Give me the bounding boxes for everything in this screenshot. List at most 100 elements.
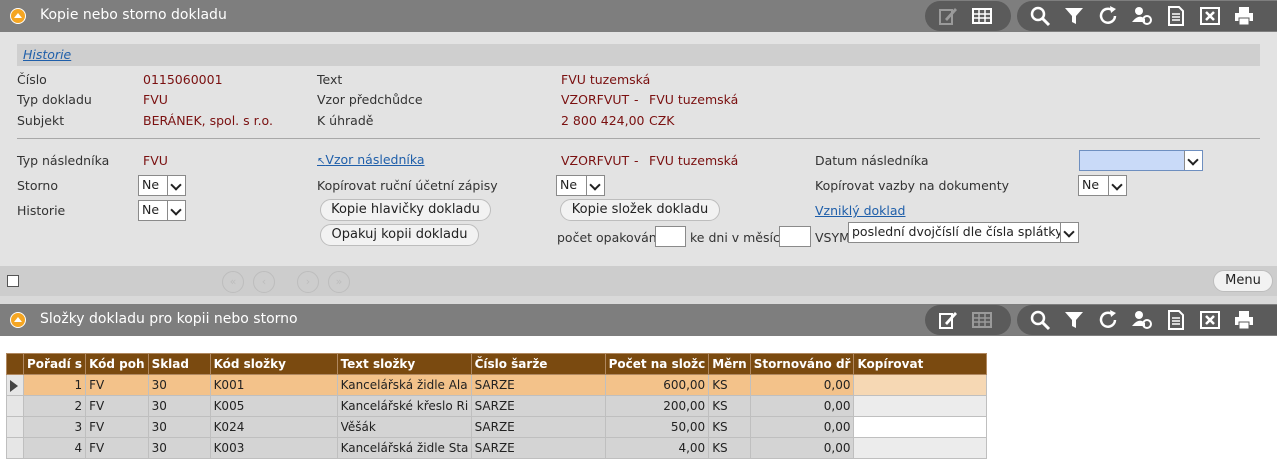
cell-kod-pohybu[interactable]: FV: [85, 395, 149, 417]
cell-pocet[interactable]: 200,00: [604, 395, 710, 417]
cell-cislo-sarze[interactable]: SARZE: [470, 395, 606, 417]
excel-export-icon[interactable]: [1193, 3, 1227, 29]
user-settings-icon[interactable]: [1125, 3, 1159, 29]
vznikly-doklad-link[interactable]: Vzniklý doklad: [815, 203, 905, 218]
next-record-icon[interactable]: ›: [297, 271, 319, 293]
chevron-down-icon[interactable]: [1108, 176, 1126, 195]
chevron-down-icon[interactable]: [167, 201, 185, 220]
row-indicator[interactable]: [6, 416, 24, 438]
chevron-down-icon[interactable]: [586, 176, 604, 195]
cell-merna-jednotka[interactable]: KS: [708, 437, 751, 459]
cell-stornovano[interactable]: 0,00: [749, 374, 855, 396]
cell-kod-slozky[interactable]: K005: [209, 395, 338, 417]
document-icon[interactable]: [1159, 307, 1193, 333]
cell-kopirovat[interactable]: [853, 437, 988, 459]
cell-kod-slozky[interactable]: K003: [209, 437, 338, 459]
cell-cislo-sarze[interactable]: SARZE: [470, 437, 606, 459]
cell-sklad[interactable]: 30: [147, 395, 211, 417]
last-record-icon[interactable]: »: [328, 271, 350, 293]
history-link[interactable]: Historie: [23, 47, 71, 62]
pocet-opakovani-input[interactable]: [655, 226, 686, 247]
cell-sklad[interactable]: 30: [147, 374, 211, 396]
cell-kod-slozky[interactable]: K024: [209, 416, 338, 438]
cell-poradi[interactable]: 1: [22, 374, 87, 396]
cell-poradi[interactable]: 3: [22, 416, 87, 438]
column-header[interactable]: Kód poh: [85, 353, 149, 375]
storno-select[interactable]: Ne: [138, 175, 186, 196]
print-icon[interactable]: [1227, 3, 1261, 29]
cell-merna-jednotka[interactable]: KS: [708, 374, 751, 396]
search-icon[interactable]: [1023, 3, 1057, 29]
table-row[interactable]: 1 FV 30 K001 Kancelářská židle Alab SARZ…: [6, 374, 988, 396]
collapse-icon[interactable]: [10, 312, 26, 328]
cell-kod-pohybu[interactable]: FV: [85, 437, 149, 459]
chevron-down-icon[interactable]: [1060, 223, 1078, 242]
cell-sklad[interactable]: 30: [147, 416, 211, 438]
table-row[interactable]: 3 FV 30 K024 Věšák SARZE 50,00 KS 0,00: [6, 416, 988, 438]
cell-text-slozky[interactable]: Kancelářská židle Alab: [336, 374, 472, 396]
document-icon[interactable]: [1159, 3, 1193, 29]
opakuj-kopii-button[interactable]: Opakuj kopii dokladu: [320, 224, 479, 246]
column-header[interactable]: Text složky: [336, 353, 472, 375]
ke-dni-input[interactable]: [779, 226, 811, 247]
cell-text-slozky[interactable]: Kancelářská židle Stand: [336, 437, 472, 459]
edit-icon[interactable]: [931, 3, 965, 29]
menu-button[interactable]: Menu: [1213, 270, 1273, 292]
kopie-slozek-button[interactable]: Kopie složek dokladu: [560, 199, 720, 221]
vsym-select[interactable]: poslední dvojčíslí dle čísla splátky: [848, 222, 1079, 243]
cell-cislo-sarze[interactable]: SARZE: [470, 374, 606, 396]
kopirovat-vazby-select[interactable]: Ne: [1078, 175, 1127, 196]
cell-kod-slozky[interactable]: K001: [209, 374, 338, 396]
column-header[interactable]: Kód složky: [209, 353, 338, 375]
cell-merna-jednotka[interactable]: KS: [708, 395, 751, 417]
vzor-naslednika-link[interactable]: ↖Vzor následníka: [317, 152, 425, 167]
grid-view-icon[interactable]: [965, 307, 999, 333]
column-header[interactable]: Pořadí s: [22, 353, 87, 375]
filter-icon[interactable]: [1057, 307, 1091, 333]
cell-pocet[interactable]: 4,00: [604, 437, 710, 459]
row-indicator[interactable]: [6, 437, 24, 459]
datum-naslednika-input[interactable]: [1079, 150, 1203, 171]
cell-stornovano[interactable]: 0,00: [749, 437, 855, 459]
cell-kopirovat[interactable]: [853, 416, 988, 438]
row-indicator[interactable]: [6, 395, 24, 417]
chevron-down-icon[interactable]: [167, 176, 185, 195]
historie-select[interactable]: Ne: [138, 200, 186, 221]
print-icon[interactable]: [1227, 307, 1261, 333]
row-indicator[interactable]: [6, 374, 24, 396]
cell-cislo-sarze[interactable]: SARZE: [470, 416, 606, 438]
cell-merna-jednotka[interactable]: KS: [708, 416, 751, 438]
first-record-icon[interactable]: «: [222, 271, 244, 293]
column-header[interactable]: Měrn: [708, 353, 751, 375]
cell-text-slozky[interactable]: Věšák: [336, 416, 472, 438]
collapse-icon[interactable]: [10, 8, 26, 24]
cell-kopirovat[interactable]: [853, 395, 988, 417]
column-header[interactable]: Počet na složc: [604, 353, 710, 375]
grid-view-icon[interactable]: [965, 3, 999, 29]
cell-stornovano[interactable]: 0,00: [749, 395, 855, 417]
column-header[interactable]: Číslo šarže: [470, 353, 606, 375]
user-settings-icon[interactable]: [1125, 307, 1159, 333]
cell-kopirovat[interactable]: [853, 374, 988, 396]
refresh-icon[interactable]: [1091, 3, 1125, 29]
kopirovat-zapisy-select[interactable]: Ne: [556, 175, 605, 196]
kopie-hlavicky-button[interactable]: Kopie hlavičky dokladu: [320, 199, 491, 221]
filter-icon[interactable]: [1057, 3, 1091, 29]
table-row[interactable]: 2 FV 30 K005 Kancelářské křeslo Rio SARZ…: [6, 395, 988, 417]
table-row[interactable]: 4 FV 30 K003 Kancelářská židle Stand SAR…: [6, 437, 988, 459]
column-header[interactable]: Stornováno dř: [749, 353, 855, 375]
cell-kod-pohybu[interactable]: FV: [85, 416, 149, 438]
cell-pocet[interactable]: 600,00: [604, 374, 710, 396]
column-header[interactable]: Kopírovat: [853, 353, 988, 375]
chevron-down-icon[interactable]: [1184, 151, 1202, 170]
column-header[interactable]: Sklad: [147, 353, 211, 375]
cell-kod-pohybu[interactable]: FV: [85, 374, 149, 396]
refresh-icon[interactable]: [1091, 307, 1125, 333]
cell-stornovano[interactable]: 0,00: [749, 416, 855, 438]
cell-poradi[interactable]: 2: [22, 395, 87, 417]
cell-poradi[interactable]: 4: [22, 437, 87, 459]
previous-record-icon[interactable]: ‹: [253, 271, 275, 293]
select-checkbox[interactable]: [7, 275, 19, 287]
cell-pocet[interactable]: 50,00: [604, 416, 710, 438]
edit-icon[interactable]: [931, 307, 965, 333]
